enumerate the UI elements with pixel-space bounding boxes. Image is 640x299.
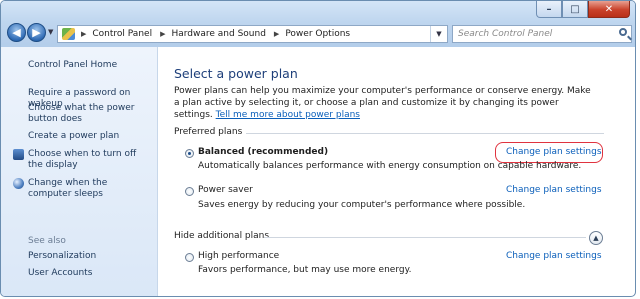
intro-text: Power plans can help you maximize your c… (174, 85, 594, 121)
power-options-window: – □ ✕ ◀ ▶ ▼ ▶ Control Panel ▶ Hardware a… (0, 0, 636, 297)
address-dropdown-icon[interactable]: ▼ (430, 26, 447, 42)
preferred-plans-header: Preferred plans (174, 127, 243, 137)
tell-me-more-link[interactable]: Tell me more about power plans (216, 110, 360, 120)
search-placeholder: Search Control Panel (458, 29, 553, 39)
recent-pages-dropdown-icon[interactable]: ▼ (48, 28, 53, 36)
control-panel-icon (62, 28, 75, 40)
plan-name-power-saver[interactable]: Power saver (198, 185, 253, 195)
sleep-icon (13, 178, 24, 189)
plan-description-high-performance: Favors performance, but may use more ene… (198, 265, 412, 275)
power-saver-radio[interactable] (185, 187, 194, 196)
search-input[interactable]: Search Control Panel (452, 25, 632, 43)
display-icon (13, 149, 24, 160)
see-also-header: See also (28, 236, 66, 246)
breadcrumb-separator-icon[interactable]: ▶ (81, 30, 86, 38)
breadcrumb-power-options[interactable]: Power Options (285, 29, 350, 39)
plan-description-balanced: Automatically balances performance with … (198, 161, 582, 171)
plan-name-balanced[interactable]: Balanced (recommended) (198, 147, 328, 157)
maximize-button[interactable]: □ (562, 1, 588, 18)
group-divider (264, 237, 586, 238)
sidebar-link-user-accounts[interactable]: User Accounts (28, 268, 152, 279)
caption-buttons: – □ ✕ (536, 1, 630, 18)
close-button[interactable]: ✕ (588, 1, 630, 18)
control-panel-home-link[interactable]: Control Panel Home (28, 60, 152, 71)
group-divider (246, 133, 604, 134)
forward-button[interactable]: ▶ (27, 23, 46, 42)
sidebar-item-turn-off-display[interactable]: Choose when to turn off the display (28, 149, 152, 171)
page-title: Select a power plan (174, 66, 298, 81)
back-button[interactable]: ◀ (7, 23, 26, 42)
search-icon[interactable] (619, 28, 627, 36)
change-plan-settings-high-performance[interactable]: Change plan settings (506, 251, 602, 261)
sidebar-item-computer-sleeps[interactable]: Change when the computer sleeps (28, 178, 152, 200)
address-bar[interactable]: ▶ Control Panel ▶ Hardware and Sound ▶ P… (57, 25, 448, 43)
collapse-chevron-up-icon[interactable]: ▲ (589, 231, 603, 245)
change-plan-settings-power-saver[interactable]: Change plan settings (506, 185, 602, 195)
hide-additional-plans-header[interactable]: Hide additional plans (174, 231, 269, 241)
sidebar-link-personalization[interactable]: Personalization (28, 251, 152, 262)
high-performance-radio[interactable] (185, 253, 194, 262)
task-pane: Control Panel Home Require a password on… (1, 47, 158, 296)
breadcrumb-separator-icon[interactable]: ▶ (274, 30, 279, 38)
plan-description-power-saver: Saves energy by reducing your computer's… (198, 200, 526, 210)
sidebar-item-create-plan[interactable]: Create a power plan (28, 131, 152, 142)
balanced-radio[interactable] (185, 149, 194, 158)
plan-name-high-performance[interactable]: High performance (198, 251, 279, 261)
breadcrumb-separator-icon[interactable]: ▶ (160, 30, 165, 38)
breadcrumb-control-panel[interactable]: Control Panel (92, 29, 152, 39)
content-pane: Select a power plan Power plans can help… (158, 47, 635, 296)
highlight-annotation (495, 142, 603, 163)
window-chrome: – □ ✕ ◀ ▶ ▼ ▶ Control Panel ▶ Hardware a… (1, 1, 635, 47)
minimize-button[interactable]: – (536, 1, 562, 18)
sidebar-item-power-button[interactable]: Choose what the power button does (28, 103, 152, 125)
breadcrumb-hardware-and-sound[interactable]: Hardware and Sound (171, 29, 265, 39)
